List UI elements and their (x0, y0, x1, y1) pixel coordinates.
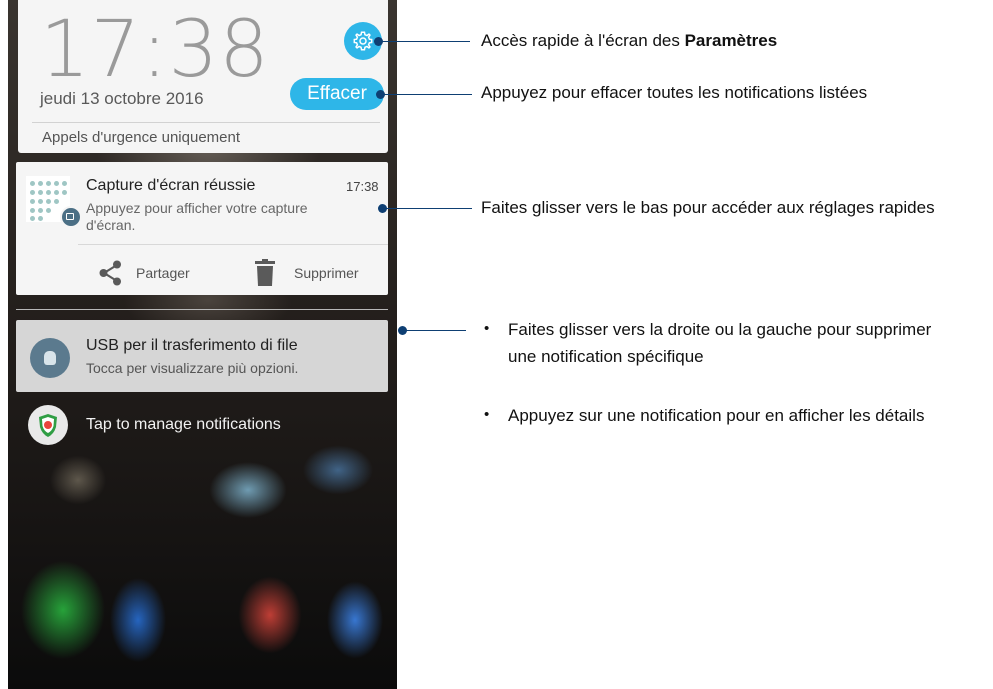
notification-title: USB per il trasferimento di file (86, 337, 298, 354)
section-divider (16, 309, 388, 310)
bullet-marker: • (484, 320, 490, 337)
emergency-calls-label: Appels d'urgence uniquement (42, 129, 241, 146)
notification-title: Capture d'écran réussie (86, 177, 256, 194)
annotation-settings: Accès rapide à l'écran des Paramètres (481, 31, 777, 51)
delete-label: Supprimer (294, 265, 359, 281)
callout-line-quick-settings (384, 208, 472, 209)
screenshot-badge-icon (60, 206, 82, 228)
divider (78, 244, 388, 245)
trash-icon (255, 259, 275, 286)
callout-dot-settings (374, 37, 383, 46)
annotation-settings-text: Accès rapide à l'écran des (481, 31, 685, 50)
screenshot-notification[interactable]: Capture d'écran réussie 17:38 Appuyez po… (16, 162, 388, 295)
divider (32, 122, 380, 123)
notification-text: Appuyez pour afficher votre capture d'éc… (86, 200, 308, 233)
callout-dot-notifications (398, 326, 407, 335)
clock-time: 17:38 (40, 5, 270, 95)
share-icon (99, 260, 121, 286)
manage-notifications-label: Tap to manage notifications (86, 416, 281, 433)
android-icon (30, 338, 70, 378)
date-label: jeudi 13 octobre 2016 (40, 89, 204, 108)
callout-dot-clear (376, 90, 385, 99)
callout-dot-quick-settings (378, 204, 387, 213)
share-label: Partager (136, 265, 190, 281)
notification-text: Tocca per visualizzare più opzioni. (86, 360, 299, 376)
annotation-swipe: Faites glisser vers la droite ou la gauc… (508, 320, 932, 366)
phone-screen: 17:38 jeudi 13 octobre 2016 Effacer Appe… (8, 0, 397, 689)
usb-notification[interactable]: USB per il trasferimento di file Tocca p… (16, 320, 388, 392)
annotation-tap: Appuyez sur une notification pour en aff… (508, 406, 925, 425)
share-button[interactable]: Partager (98, 256, 190, 290)
manage-notifications-item[interactable]: Tap to manage notifications (28, 404, 281, 446)
delete-button[interactable]: Supprimer (254, 256, 359, 290)
annotation-clear: Appuyez pour effacer toutes les notifica… (481, 83, 868, 102)
annotation-quick-settings: Faites glisser vers le bas pour accéder … (481, 198, 935, 217)
bullet-marker: • (484, 406, 490, 423)
callout-line-clear (382, 94, 472, 95)
gear-icon (353, 31, 373, 51)
annotation-settings-bold: Paramètres (684, 31, 778, 50)
callout-line-settings (378, 41, 470, 42)
callout-line-notifications (404, 330, 466, 331)
clear-all-button[interactable]: Effacer (290, 78, 384, 110)
notification-time: 17:38 (346, 179, 379, 194)
shield-icon (28, 405, 68, 445)
notification-header: 17:38 jeudi 13 octobre 2016 Effacer Appe… (18, 0, 388, 153)
